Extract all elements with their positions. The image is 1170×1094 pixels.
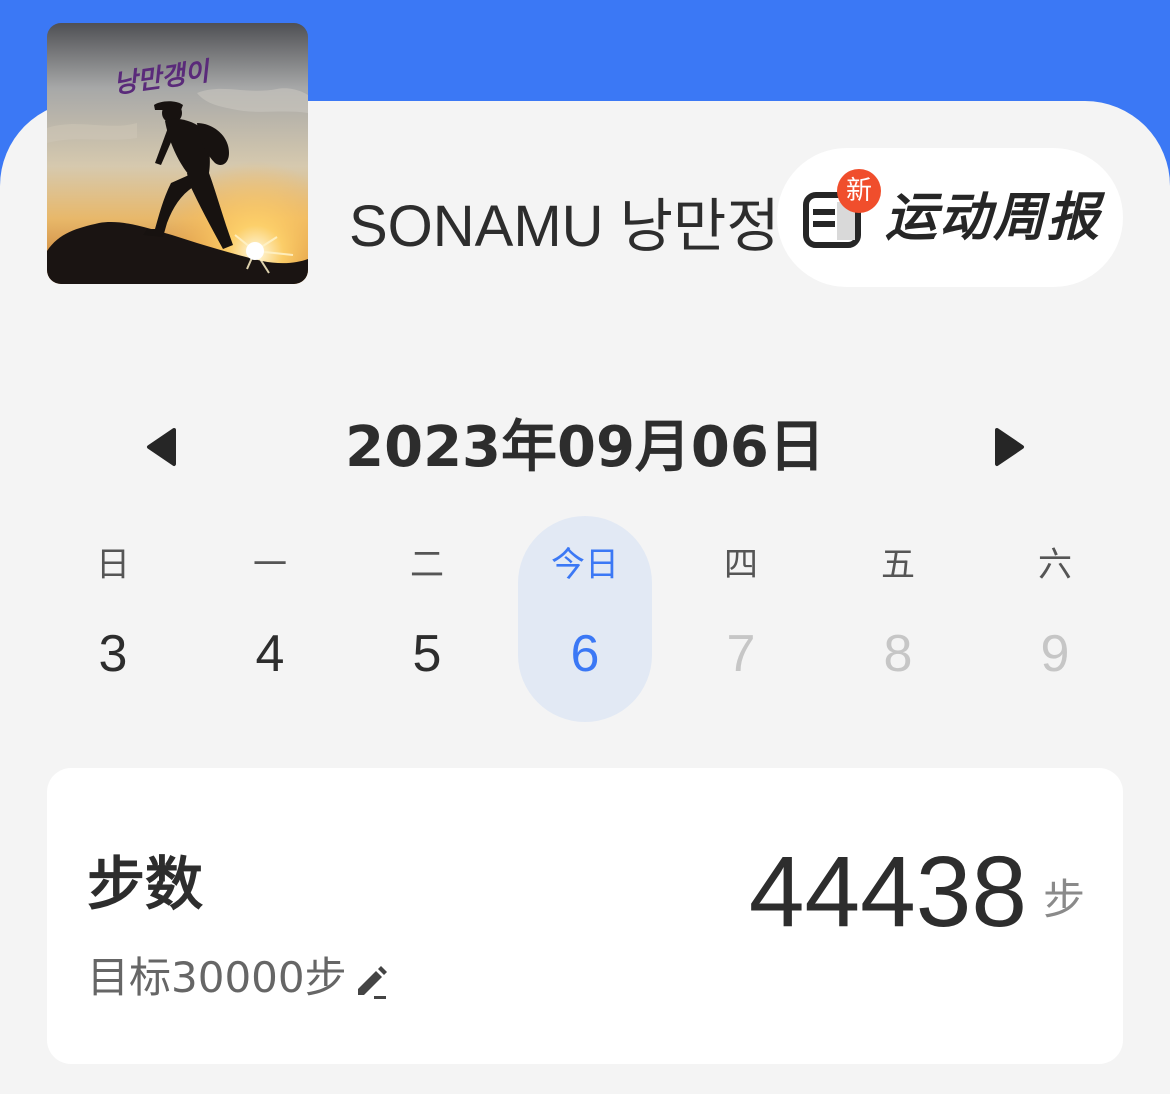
weekday-label: 日 <box>96 545 130 585</box>
user-avatar[interactable]: 낭만갱이 <box>47 23 308 284</box>
weekday-label: 一 <box>253 545 287 585</box>
step-goal: 目标30000步 <box>87 953 347 1002</box>
day-cell[interactable]: 五 8 <box>831 516 965 722</box>
day-number: 9 <box>1040 625 1070 683</box>
day-cell[interactable]: 四 7 <box>674 516 808 722</box>
weekday-label: 四 <box>724 545 758 585</box>
triangle-left-icon <box>147 428 176 466</box>
day-cell[interactable]: 一 4 <box>203 516 337 722</box>
day-number: 5 <box>412 625 442 683</box>
triangle-right-icon <box>995 428 1024 466</box>
new-badge: 新 <box>837 169 881 213</box>
pencil-icon[interactable] <box>354 965 390 1001</box>
day-number: 6 <box>570 625 600 683</box>
weekday-label: 二 <box>410 545 444 585</box>
day-number: 4 <box>255 625 285 683</box>
previous-week-button[interactable] <box>136 421 188 473</box>
avatar-image: 낭만갱이 <box>47 23 308 284</box>
weekly-report-label: 运动周报 <box>885 188 1102 248</box>
day-cell[interactable]: 日 3 <box>46 516 180 722</box>
weekday-label: 五 <box>881 545 915 585</box>
steps-card[interactable]: 步数 目标30000步 44438 步 <box>47 768 1123 1064</box>
day-number: 3 <box>98 625 128 683</box>
weekday-label: 六 <box>1038 545 1072 585</box>
next-week-button[interactable] <box>983 421 1035 473</box>
weekly-report-button[interactable]: 新 运动周报 <box>777 148 1123 287</box>
day-cell-today[interactable]: 今日 6 <box>518 516 652 722</box>
day-number: 8 <box>883 625 913 683</box>
current-date: 2023年09月06日 <box>345 415 825 480</box>
steps-title: 步数 <box>87 850 204 918</box>
steps-value: 44438 <box>748 836 1027 948</box>
day-number: 7 <box>726 625 756 683</box>
day-cell[interactable]: 二 5 <box>360 516 494 722</box>
username: SONAMU 낭만정 <box>349 194 780 259</box>
weekday-label: 今日 <box>551 545 619 585</box>
day-cell[interactable]: 六 9 <box>988 516 1122 722</box>
steps-unit: 步 <box>1042 875 1085 924</box>
